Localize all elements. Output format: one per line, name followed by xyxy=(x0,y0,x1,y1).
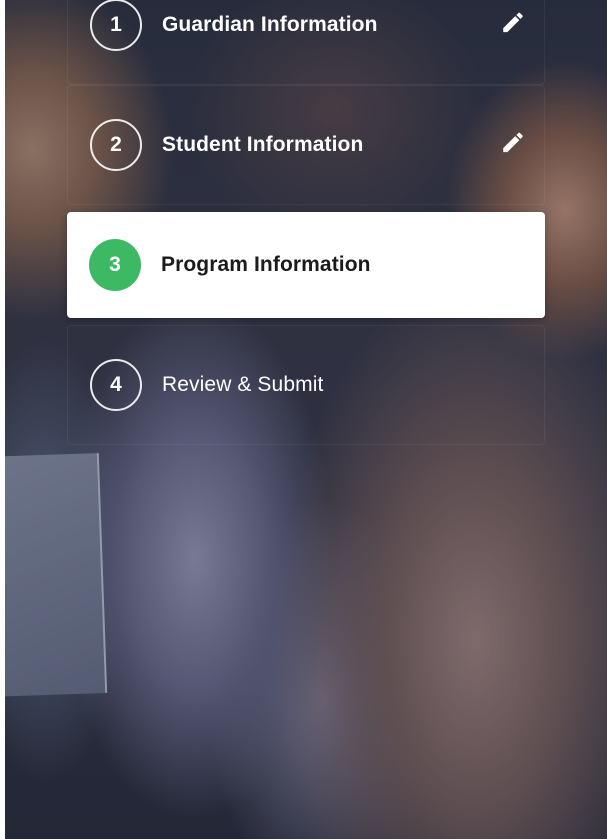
step-label: Program Information xyxy=(161,253,371,276)
step-student-information[interactable]: 2 Student Information xyxy=(67,85,545,205)
step-label: Review & Submit xyxy=(162,373,324,396)
step-program-information[interactable]: 3 Program Information xyxy=(67,212,545,318)
step-review-submit[interactable]: 4 Review & Submit xyxy=(67,325,545,445)
step-number-badge: 3 xyxy=(89,239,141,291)
pencil-icon[interactable] xyxy=(500,129,526,155)
step-guardian-information[interactable]: 1 Guardian Information xyxy=(67,0,545,85)
pencil-icon[interactable] xyxy=(500,9,526,35)
step-number-badge: 1 xyxy=(90,0,142,51)
step-label: Student Information xyxy=(162,133,364,156)
stepper: 1 Guardian Information 2 Student Informa… xyxy=(67,0,545,445)
step-label: Guardian Information xyxy=(162,13,378,36)
step-number-badge: 4 xyxy=(90,359,142,411)
background-photo: 1 Guardian Information 2 Student Informa… xyxy=(5,0,607,839)
step-number-badge: 2 xyxy=(90,119,142,171)
